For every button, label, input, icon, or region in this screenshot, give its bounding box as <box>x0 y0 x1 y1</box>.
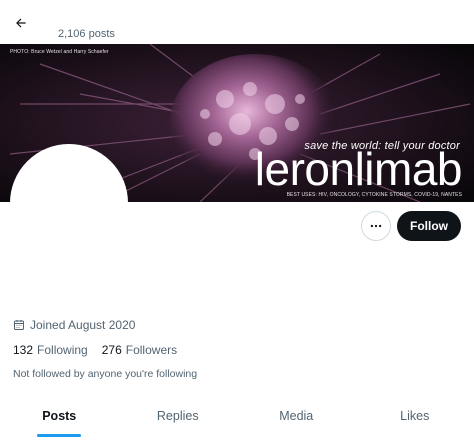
tab-likes-label: Likes <box>400 409 430 423</box>
tab-replies[interactable]: Replies <box>119 398 238 440</box>
followers-count: 276 <box>101 343 122 357</box>
tab-likes[interactable]: Likes <box>356 398 474 440</box>
profile-tabs: Posts Replies Media Likes <box>0 398 474 440</box>
tab-posts[interactable]: Posts <box>0 398 119 440</box>
tab-media-label: Media <box>279 409 314 423</box>
calendar-icon <box>14 320 24 330</box>
arrow-left-icon <box>16 18 26 28</box>
followers-label: Followers <box>125 343 178 357</box>
banner-footer-text: BEST USES: HIV, ONCOLOGY, CYTOKINE STORM… <box>286 192 462 198</box>
back-button[interactable] <box>6 8 36 38</box>
more-horizontal-icon <box>370 224 382 228</box>
not-followed-note: Not followed by anyone you're following <box>13 368 198 380</box>
active-tab-indicator <box>37 434 82 437</box>
joined-date-text: Joined August 2020 <box>30 318 136 332</box>
profile-avatar[interactable] <box>10 144 128 262</box>
post-count: 2,106 posts <box>58 28 115 40</box>
banner-brand-text: leronlimab <box>254 143 463 195</box>
follow-button[interactable]: Follow <box>397 211 461 241</box>
tab-replies-label: Replies <box>156 409 199 423</box>
tab-posts-label: Posts <box>42 409 77 423</box>
followers-link[interactable]: 276 Followers <box>102 343 177 357</box>
follow-stats: 132 Following 276 Followers <box>13 343 177 357</box>
more-options-button[interactable] <box>361 211 391 241</box>
following-label: Following <box>37 343 88 357</box>
banner-photo-credit: PHOTO: Bruce Wetzel and Harry Schaefer <box>10 49 109 55</box>
tab-media[interactable]: Media <box>237 398 356 440</box>
joined-date: Joined August 2020 <box>13 318 135 332</box>
following-link[interactable]: 132 Following <box>13 343 88 357</box>
following-count: 132 <box>13 343 34 357</box>
top-bar: 2,106 posts <box>0 0 474 44</box>
